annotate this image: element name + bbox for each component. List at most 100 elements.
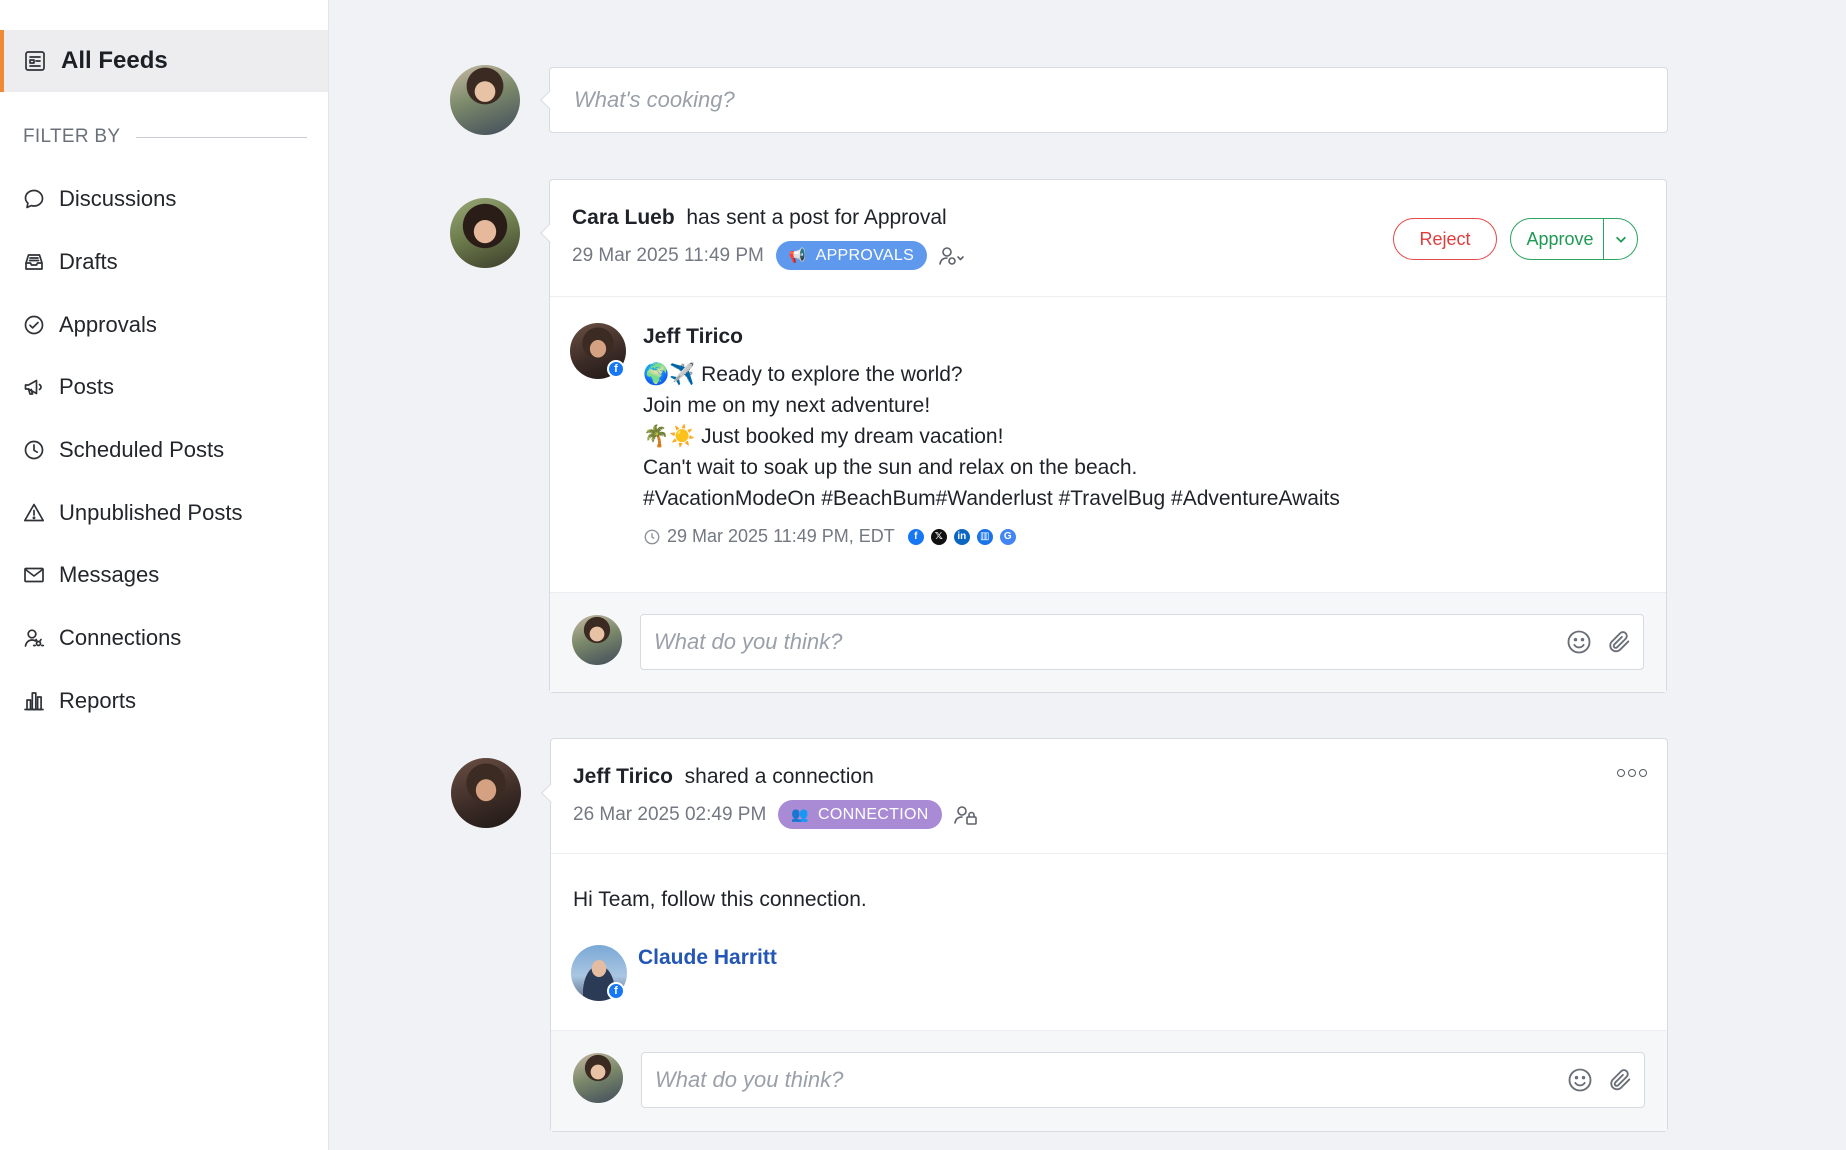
user-connection-icon bbox=[22, 626, 46, 650]
sidebar-item-label: Discussions bbox=[59, 186, 177, 212]
reject-button[interactable]: Reject bbox=[1393, 218, 1497, 260]
sidebar-item-label: Messages bbox=[59, 562, 160, 588]
divider bbox=[136, 136, 307, 138]
google-business-icon: ▥ bbox=[976, 528, 993, 545]
sender-name[interactable]: Jeff Tirico bbox=[573, 765, 673, 788]
sidebar-item-label: Reports bbox=[59, 687, 137, 713]
sender-avatar[interactable] bbox=[450, 198, 520, 268]
sidebar-item-scheduled-posts[interactable]: Scheduled Posts bbox=[0, 419, 328, 482]
current-user-avatar[interactable] bbox=[450, 65, 520, 135]
comment-section bbox=[551, 1030, 1667, 1131]
sidebar-item-label: Posts bbox=[59, 374, 115, 400]
connection-tag[interactable]: 👥 CONNECTION bbox=[778, 800, 942, 829]
envelope-icon bbox=[22, 563, 46, 587]
card-meta: 29 Mar 2025 11:49 PM 📢 APPROVALS bbox=[572, 241, 965, 270]
assign-user-icon[interactable] bbox=[937, 244, 965, 268]
sidebar-item-label: Approvals bbox=[59, 311, 157, 337]
connection-feed-card: Jeff Tirico shared a connection 26 Mar 2… bbox=[550, 738, 1668, 1132]
approvals-tag[interactable]: 📢 APPROVALS bbox=[775, 241, 928, 270]
post-line: 🌴☀️ Just booked my dream vacation! bbox=[643, 425, 1004, 448]
connection-name-link[interactable]: Claude Harritt bbox=[638, 946, 777, 970]
card-headline: Cara Lueb has sent a post for Approval bbox=[572, 206, 947, 230]
schedule-row: 29 Mar 2025 11:49 PM, EDT f 𝕏 in ▥ G bbox=[643, 526, 1643, 547]
facebook-icon: f bbox=[607, 360, 625, 378]
more-dot-icon bbox=[1639, 769, 1647, 777]
post-composer[interactable] bbox=[549, 67, 1668, 133]
comment-box[interactable] bbox=[641, 1052, 1645, 1108]
emoji-icon[interactable] bbox=[1565, 628, 1593, 656]
clock-icon bbox=[644, 529, 660, 544]
action-text: has sent a post for Approval bbox=[686, 206, 947, 229]
bar-chart-icon bbox=[22, 689, 46, 713]
megaphone-icon: 📢 bbox=[788, 247, 807, 263]
post-line: #VacationModeOn #BeachBum#Wanderlust #Tr… bbox=[643, 487, 1340, 510]
post-author-name[interactable]: Jeff Tirico bbox=[643, 325, 1643, 349]
comment-tools bbox=[1566, 1066, 1634, 1094]
sidebar-item-messages[interactable]: Messages bbox=[0, 544, 328, 607]
megaphone-icon bbox=[22, 375, 46, 399]
approval-feed-card: Cara Lueb has sent a post for Approval 2… bbox=[549, 179, 1667, 693]
attachment-icon[interactable] bbox=[1605, 628, 1633, 656]
sidebar-item-approvals[interactable]: Approvals bbox=[0, 293, 328, 356]
user-connection-icon: 👥 bbox=[791, 806, 810, 822]
sidebar-item-label: Unpublished Posts bbox=[59, 499, 243, 525]
check-circle-icon bbox=[22, 313, 46, 337]
comment-input[interactable] bbox=[654, 629, 1557, 655]
facebook-icon: f bbox=[607, 982, 625, 1000]
action-text: shared a connection bbox=[684, 765, 874, 788]
comment-section bbox=[550, 592, 1666, 692]
sidebar-item-drafts[interactable]: Drafts bbox=[0, 231, 328, 294]
approve-button[interactable]: Approve bbox=[1510, 218, 1638, 260]
chat-bubble-icon bbox=[22, 187, 46, 211]
post-content: 🌍✈️ Ready to explore the world? Join me … bbox=[643, 359, 1643, 514]
share-message: Hi Team, follow this connection. bbox=[573, 888, 867, 911]
card-header: Jeff Tirico shared a connection 26 Mar 2… bbox=[551, 739, 1667, 854]
post-line: Can't wait to soak up the sun and relax … bbox=[643, 456, 1138, 479]
attachment-icon[interactable] bbox=[1606, 1066, 1634, 1094]
timestamp: 29 Mar 2025 11:49 PM bbox=[572, 244, 764, 266]
sidebar-item-all-feeds[interactable]: All Feeds bbox=[0, 30, 328, 92]
comment-box[interactable] bbox=[640, 614, 1644, 670]
user-lock-icon[interactable] bbox=[952, 803, 980, 827]
composer-input[interactable] bbox=[574, 87, 1667, 113]
post-line: 🌍✈️ Ready to explore the world? bbox=[643, 363, 963, 386]
sidebar-item-label: Drafts bbox=[59, 249, 118, 275]
chevron-down-icon bbox=[1615, 236, 1626, 243]
sidebar-item-connections[interactable]: Connections bbox=[0, 607, 328, 670]
current-user-avatar bbox=[573, 1053, 623, 1103]
post-body: Jeff Tirico 🌍✈️ Ready to explore the wor… bbox=[643, 325, 1643, 547]
card-meta: 26 Mar 2025 02:49 PM 👥 CONNECTION bbox=[573, 800, 980, 829]
sidebar-nav: Discussions Drafts Approvals Posts Sched… bbox=[0, 168, 328, 732]
google-icon: G bbox=[999, 528, 1016, 545]
sidebar-item-posts[interactable]: Posts bbox=[0, 356, 328, 419]
card-header: Cara Lueb has sent a post for Approval 2… bbox=[550, 180, 1666, 297]
approve-label: Approve bbox=[1526, 228, 1594, 249]
clock-icon bbox=[22, 438, 46, 462]
approve-dropdown[interactable] bbox=[1603, 219, 1637, 259]
more-options-button[interactable] bbox=[1617, 769, 1647, 777]
inbox-tray-icon bbox=[22, 250, 46, 274]
sidebar-item-reports[interactable]: Reports bbox=[0, 670, 328, 733]
facebook-icon: f bbox=[907, 528, 924, 545]
timestamp: 26 Mar 2025 02:49 PM bbox=[573, 803, 767, 825]
tag-label: CONNECTION bbox=[818, 805, 929, 823]
sender-avatar[interactable] bbox=[451, 758, 521, 828]
emoji-icon[interactable] bbox=[1566, 1066, 1594, 1094]
sidebar-item-label: Connections bbox=[59, 625, 182, 651]
filter-by-label: FILTER BY bbox=[23, 126, 121, 147]
sidebar-item-unpublished-posts[interactable]: Unpublished Posts bbox=[0, 481, 328, 544]
more-dot-icon bbox=[1617, 769, 1625, 777]
filter-by-header: FILTER BY bbox=[23, 126, 307, 148]
comment-input[interactable] bbox=[655, 1067, 1558, 1093]
sender-name[interactable]: Cara Lueb bbox=[572, 206, 675, 229]
card-headline: Jeff Tirico shared a connection bbox=[573, 765, 874, 789]
sidebar-item-discussions[interactable]: Discussions bbox=[0, 168, 328, 231]
feed-list-icon bbox=[23, 49, 47, 73]
post-line: Join me on my next adventure! bbox=[643, 394, 931, 417]
current-user-avatar bbox=[572, 615, 622, 665]
sidebar-item-label: All Feeds bbox=[61, 47, 168, 74]
sidebar-item-label: Scheduled Posts bbox=[59, 437, 225, 463]
linkedin-icon: in bbox=[953, 528, 970, 545]
sidebar: All Feeds FILTER BY Discussions Drafts A… bbox=[0, 0, 329, 1150]
comment-tools bbox=[1565, 628, 1633, 656]
